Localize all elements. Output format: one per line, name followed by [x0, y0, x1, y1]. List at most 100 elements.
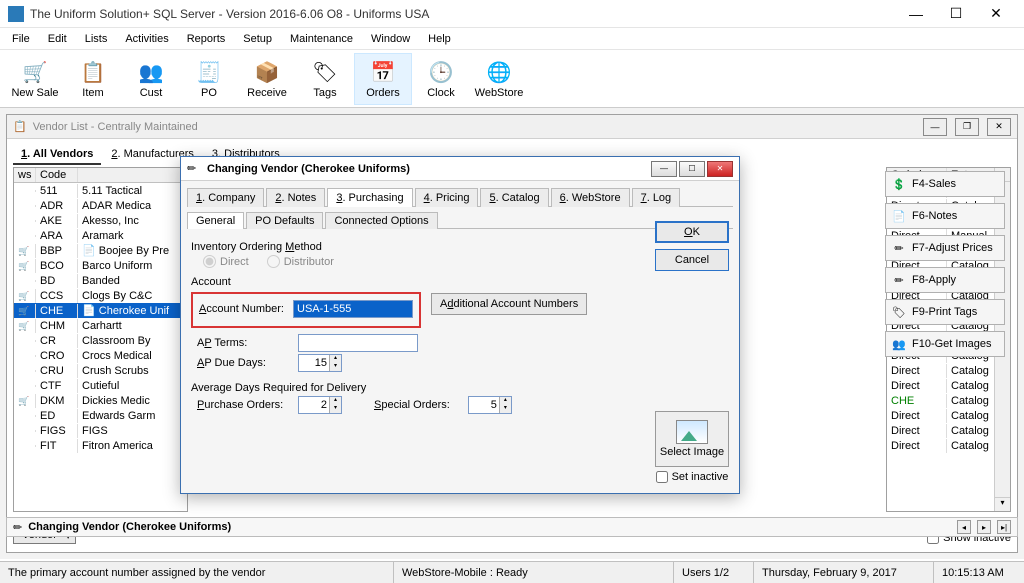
- toolbar-new-sale[interactable]: 🛒New Sale: [6, 53, 64, 105]
- account-number-input[interactable]: [293, 300, 413, 318]
- webstore-icon: 🌐: [485, 58, 513, 86]
- ap-due-days-spinner[interactable]: ▴▾: [298, 354, 342, 372]
- new sale-icon: 🛒: [21, 58, 49, 86]
- dialog-titlebar[interactable]: ✏ Changing Vendor (Cherokee Uniforms) — …: [181, 157, 739, 181]
- menu-activities[interactable]: Activities: [117, 31, 176, 47]
- minimize-button[interactable]: —: [896, 1, 936, 27]
- additional-account-numbers-button[interactable]: Additional Account Numbers: [431, 293, 587, 315]
- dialog-close-button[interactable]: ✕: [707, 161, 733, 177]
- toolbar-orders[interactable]: 📅Orders: [354, 53, 412, 105]
- info-bar-title: Changing Vendor (Cherokee Uniforms): [28, 521, 231, 533]
- distributor-radio[interactable]: Distributor: [267, 255, 334, 268]
- vendor-row[interactable]: 🛒CHE📄 Cherokee Unif: [14, 303, 187, 318]
- vendor-row[interactable]: FIGSFIGS: [14, 423, 187, 438]
- vendor-tab-0[interactable]: 1. All Vendors: [13, 145, 101, 165]
- vendor-row[interactable]: 🛒BCOBarco Uniform: [14, 258, 187, 273]
- set-inactive-check[interactable]: Set inactive: [656, 471, 729, 483]
- account-highlight-box: Account Number:: [191, 292, 421, 328]
- vendor-row[interactable]: 🛒CHMCarhartt: [14, 318, 187, 333]
- vendor-row[interactable]: 5115.11 Tactical: [14, 183, 187, 198]
- toolbar-cust[interactable]: 👥Cust: [122, 53, 180, 105]
- so-days-spinner[interactable]: ▴▾: [468, 396, 512, 414]
- vendor-row-right[interactable]: DirectCatalog: [887, 378, 1010, 393]
- ap-terms-input[interactable]: [298, 334, 418, 352]
- po-days-label: Purchase Orders:: [197, 399, 292, 411]
- dialog-tabs: 1. Company2. Notes3. Purchasing4. Pricin…: [187, 187, 733, 207]
- menu-maintenance[interactable]: Maintenance: [282, 31, 361, 47]
- select-image-button[interactable]: Select Image: [655, 411, 729, 467]
- menu-window[interactable]: Window: [363, 31, 418, 47]
- vendor-row[interactable]: CRClassroom By: [14, 333, 187, 348]
- close-button[interactable]: ✕: [976, 1, 1016, 27]
- vendor-row[interactable]: 🛒CCSClogs By C&C: [14, 288, 187, 303]
- vendor-row[interactable]: CTFCutieful: [14, 378, 187, 393]
- menu-reports[interactable]: Reports: [179, 31, 234, 47]
- fn-button-f8-apply[interactable]: ✏F8-Apply: [885, 267, 1005, 293]
- menu-help[interactable]: Help: [420, 31, 459, 47]
- po-days-spinner[interactable]: ▴▾: [298, 396, 342, 414]
- vendor-row[interactable]: EDEdwards Garm: [14, 408, 187, 423]
- maximize-button[interactable]: ☐: [936, 1, 976, 27]
- dlg-subtab-1[interactable]: PO Defaults: [246, 212, 323, 229]
- app-title: The Uniform Solution+ SQL Server - Versi…: [30, 7, 896, 21]
- status-time: 10:15:13 AM: [934, 562, 1024, 583]
- child-restore-button[interactable]: ❐: [955, 118, 979, 136]
- direct-radio[interactable]: Direct: [203, 255, 249, 268]
- vendor-row-right[interactable]: DirectCatalog: [887, 363, 1010, 378]
- app-icon: [8, 6, 24, 22]
- nav-last-button[interactable]: ▸|: [997, 520, 1011, 534]
- vendor-row-right[interactable]: CHECatalog: [887, 393, 1010, 408]
- nav-first-button[interactable]: ◂: [957, 520, 971, 534]
- menu-setup[interactable]: Setup: [235, 31, 280, 47]
- child-close-button[interactable]: ✕: [987, 118, 1011, 136]
- toolbar-tags[interactable]: 🏷Tags: [296, 53, 354, 105]
- vendor-row[interactable]: CROCrocs Medical: [14, 348, 187, 363]
- dlg-tab-4[interactable]: 5. Catalog: [480, 188, 548, 207]
- dlg-tab-5[interactable]: 6. WebStore: [551, 188, 630, 207]
- dialog-minimize-button[interactable]: —: [651, 161, 677, 177]
- dlg-tab-6[interactable]: 7. Log: [632, 188, 681, 207]
- vendor-row[interactable]: ARAAramark: [14, 228, 187, 243]
- vendor-row-right[interactable]: DirectCatalog: [887, 423, 1010, 438]
- dlg-tab-2[interactable]: 3. Purchasing: [327, 188, 412, 207]
- toolbar-po[interactable]: 🧾PO: [180, 53, 238, 105]
- toolbar-clock[interactable]: 🕒Clock: [412, 53, 470, 105]
- dlg-tab-0[interactable]: 1. Company: [187, 188, 264, 207]
- vendor-row[interactable]: 🛒DKMDickies Medic: [14, 393, 187, 408]
- dialog-title: Changing Vendor (Cherokee Uniforms): [207, 163, 410, 175]
- dlg-subtab-0[interactable]: General: [187, 212, 244, 229]
- vendor-grid-left[interactable]: ws Code 5115.11 TacticalADRADAR MedicaAK…: [13, 167, 188, 512]
- dlg-tab-1[interactable]: 2. Notes: [266, 188, 325, 207]
- col-name[interactable]: [78, 168, 187, 182]
- fn-button-f6-notes[interactable]: 📄F6-Notes: [885, 203, 1005, 229]
- menu-file[interactable]: File: [4, 31, 38, 47]
- col-ws[interactable]: ws: [14, 168, 36, 182]
- menu-lists[interactable]: Lists: [77, 31, 116, 47]
- vendor-row[interactable]: ADRADAR Medica: [14, 198, 187, 213]
- vendor-row[interactable]: CRUCrush Scrubs: [14, 363, 187, 378]
- vendor-row[interactable]: AKEAkesso, Inc: [14, 213, 187, 228]
- vendor-row-right[interactable]: DirectCatalog: [887, 438, 1010, 453]
- fn-button-f7-adjust-prices[interactable]: ✏F7-Adjust Prices: [885, 235, 1005, 261]
- dlg-tab-3[interactable]: 4. Pricing: [415, 188, 479, 207]
- vendor-row-right[interactable]: DirectCatalog: [887, 408, 1010, 423]
- fn-button-f4-sales[interactable]: 💲F4-Sales: [885, 171, 1005, 197]
- dlg-subtab-2[interactable]: Connected Options: [325, 212, 437, 229]
- ok-button[interactable]: OK: [655, 221, 729, 243]
- status-hint: The primary account number assigned by t…: [0, 562, 394, 583]
- child-minimize-button[interactable]: —: [923, 118, 947, 136]
- fn-button-f10-get-images[interactable]: 👥F10-Get Images: [885, 331, 1005, 357]
- menu-edit[interactable]: Edit: [40, 31, 75, 47]
- dialog-content: Inventory Ordering Method Direct Distrib…: [187, 229, 733, 424]
- cancel-button[interactable]: Cancel: [655, 249, 729, 271]
- toolbar-item[interactable]: 📋Item: [64, 53, 122, 105]
- col-code[interactable]: Code: [36, 168, 78, 182]
- nav-next-button[interactable]: ▸: [977, 520, 991, 534]
- dialog-maximize-button[interactable]: ☐: [679, 161, 705, 177]
- vendor-row[interactable]: 🛒BBP📄 Boojee By Pre: [14, 243, 187, 258]
- vendor-row[interactable]: BDBanded: [14, 273, 187, 288]
- fn-button-f9-print-tags[interactable]: 🏷F9-Print Tags: [885, 299, 1005, 325]
- toolbar-receive[interactable]: 📦Receive: [238, 53, 296, 105]
- vendor-row[interactable]: FITFitron America: [14, 438, 187, 453]
- toolbar-webstore[interactable]: 🌐WebStore: [470, 53, 528, 105]
